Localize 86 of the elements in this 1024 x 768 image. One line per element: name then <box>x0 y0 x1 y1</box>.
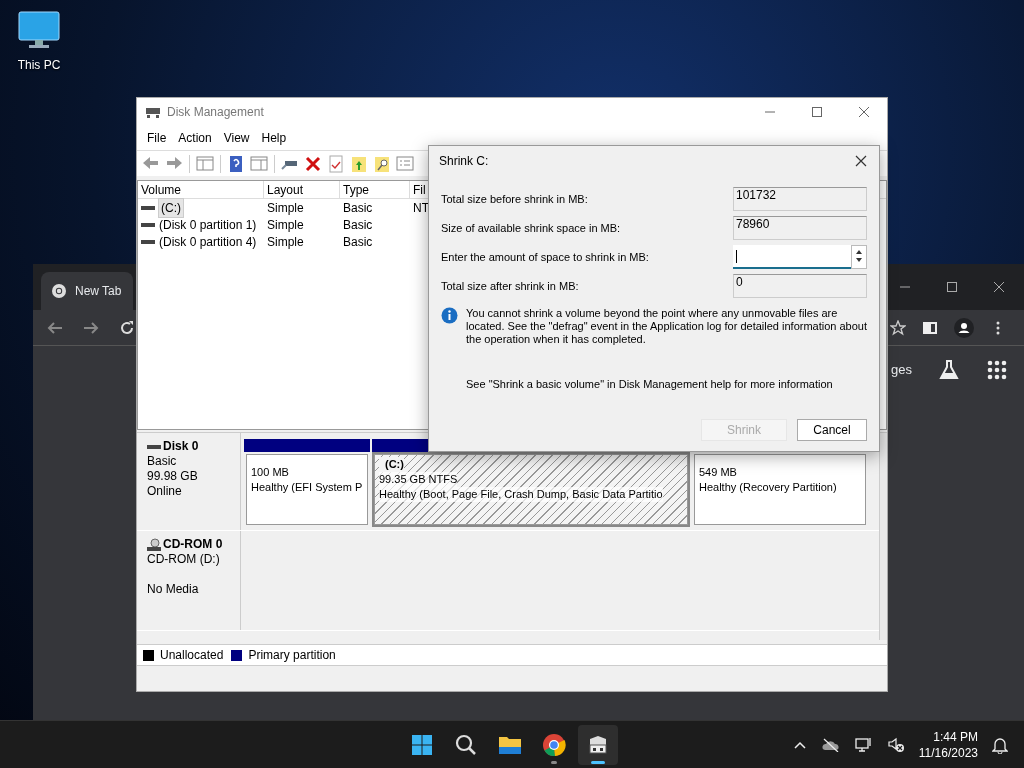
reload-icon[interactable] <box>119 319 135 336</box>
partition-size: 99.35 GB NTFS <box>379 472 458 487</box>
disk-status: No Media <box>147 582 200 597</box>
delete-icon[interactable] <box>303 154 323 173</box>
bell-icon[interactable] <box>992 735 1008 754</box>
start-icon <box>410 732 434 757</box>
clock-date[interactable]: 11/16/2023 <box>918 744 978 761</box>
partition-block[interactable]: 100 MB Healthy (EFI System P <box>246 454 368 525</box>
table-cell-text: NT <box>413 199 429 217</box>
column-header[interactable]: Layout <box>264 181 340 198</box>
drive-icon <box>141 237 155 246</box>
table-cell-text: Simple <box>267 233 304 251</box>
disk-status: Online <box>147 484 183 499</box>
help-text: See "Shrink a basic volume" in Disk Management help for more information <box>465 377 834 392</box>
forward-arrow-icon[interactable] <box>83 319 99 336</box>
close-icon[interactable] <box>993 281 1005 293</box>
chrome-logo-icon <box>542 732 566 757</box>
info-icon <box>441 307 458 324</box>
drive-label[interactable]: (Disk 0 partition 1) <box>159 215 257 234</box>
partition-block[interactable]: (C:) 99.35 GB NTFS Healthy (Boot, Page File, Crash Dump, Basic Data Partitio <box>374 454 688 525</box>
profile-icon[interactable] <box>954 317 974 338</box>
menu-item[interactable]: File <box>141 129 173 147</box>
folder-up-icon[interactable] <box>349 154 369 173</box>
table-cell-text: Basic <box>343 216 373 234</box>
readonly-field: 101732 <box>733 187 867 211</box>
legend-label: Unallocated <box>160 647 224 664</box>
partition-block[interactable]: 549 MB Healthy (Recovery Partition) <box>694 454 866 525</box>
menu-item[interactable]: Action <box>172 129 218 147</box>
desktop-icon-label[interactable]: This PC <box>17 56 61 74</box>
star-icon[interactable] <box>890 319 906 336</box>
chevron-up-icon[interactable] <box>792 739 807 750</box>
disk-name: Disk 0 <box>163 439 199 454</box>
drive-label[interactable]: (C:) <box>159 198 183 217</box>
disk-type: CD-ROM (D:) <box>147 552 221 567</box>
readonly-field: 0 <box>733 274 867 298</box>
readonly-field: 78960 <box>733 216 867 240</box>
legend-label: Primary partition <box>248 647 336 664</box>
table-cell-text: Simple <box>267 199 304 217</box>
maximize-icon[interactable] <box>946 281 958 293</box>
partition-name: (C:) <box>379 457 404 472</box>
menu-item[interactable]: View <box>217 129 256 147</box>
cloud-off-icon[interactable] <box>820 737 841 752</box>
link-text[interactable]: ges <box>891 360 912 380</box>
network-icon[interactable] <box>854 736 873 753</box>
clock-time[interactable]: 1:44 PM <box>933 728 978 745</box>
tab-title: New Tab <box>75 283 122 300</box>
speaker-muted-icon[interactable] <box>886 736 905 753</box>
field-label: Size of available shrink space in MB: <box>441 220 621 236</box>
menu-item[interactable]: Help <box>255 129 293 147</box>
flask-icon[interactable] <box>938 359 960 381</box>
search-icon <box>454 732 478 757</box>
sidebar-icon[interactable] <box>922 319 938 336</box>
table-cell-text: Basic <box>343 233 373 251</box>
cd-drive-icon <box>147 537 161 552</box>
spinner-arrows-icon[interactable] <box>851 245 867 269</box>
browser-tab[interactable]: New Tab <box>41 272 133 310</box>
partition-status: Healthy (Recovery Partition) <box>699 480 837 495</box>
drive-icon <box>141 220 155 229</box>
window-title: Disk Management <box>167 104 264 121</box>
partition-status: Healthy (EFI System P <box>251 480 363 495</box>
properties-icon[interactable] <box>326 154 346 173</box>
back-arrow-icon[interactable] <box>47 319 63 336</box>
drive-label[interactable]: (Disk 0 partition 4) <box>159 232 257 251</box>
close-icon[interactable] <box>855 155 867 167</box>
column-header[interactable]: Type <box>340 181 410 198</box>
disk-type: Basic <box>147 454 178 469</box>
chrome-logo-icon <box>51 283 67 299</box>
apps-grid-icon[interactable] <box>986 359 1008 381</box>
field-label: Enter the amount of space to shrink in MB: <box>441 249 649 265</box>
drive-icon <box>141 203 155 212</box>
partition-status: Healthy (Boot, Page File, Crash Dump, Basic Data Partitio <box>379 487 663 502</box>
taskbar-button[interactable] <box>578 724 618 765</box>
field-label: Total size after shrink in MB: <box>441 278 579 294</box>
dialog-button[interactable]: Cancel <box>797 419 867 441</box>
folder-search-icon[interactable] <box>372 154 392 173</box>
field-label: Total size before shrink in MB: <box>441 191 588 207</box>
scrollbar[interactable] <box>879 433 887 640</box>
input-field[interactable] <box>733 245 851 269</box>
disk-drive-icon <box>145 105 161 119</box>
table-cell-text: Basic <box>343 199 373 217</box>
info-text: You cannot shrink a volume beyond the point where any unmovable files are located. See the "defrag" event in the Application log for detailed information about the operation when it has completed. <box>466 307 869 346</box>
table-cell-text: Simple <box>267 216 304 234</box>
disk-name: CD-ROM 0 <box>163 537 223 552</box>
dialog-title: Shrink C: <box>439 153 489 170</box>
disk-size: 99.98 GB <box>147 469 199 484</box>
monitor-icon <box>17 10 61 50</box>
